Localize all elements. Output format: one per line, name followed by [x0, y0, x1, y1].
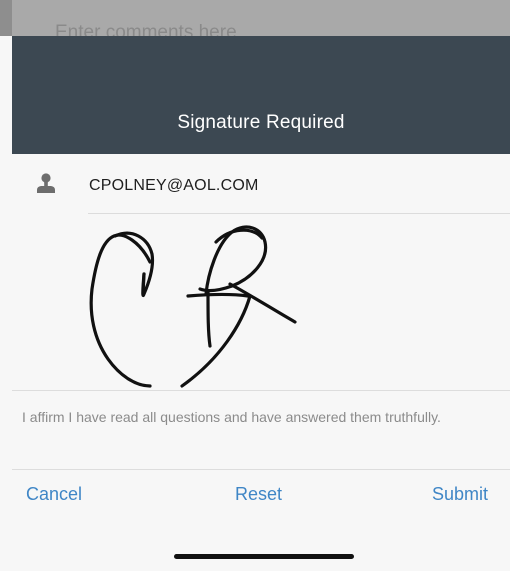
signature-pad[interactable]: [12, 214, 510, 391]
screen: Enter comments here Signature Required C…: [0, 0, 510, 571]
affirmation-text: I affirm I have read all questions and h…: [22, 409, 441, 425]
signature-stroke: [228, 282, 297, 324]
home-indicator: [174, 554, 354, 559]
email-row: CPOLNEY@AOL.COM: [12, 154, 510, 214]
modal-title: Signature Required: [177, 112, 345, 133]
submit-button[interactable]: Submit: [432, 484, 488, 505]
cancel-button[interactable]: Cancel: [26, 484, 82, 505]
background-strip: [0, 0, 12, 36]
signature-stroke: [206, 290, 212, 348]
signature-stroke: [186, 292, 250, 298]
signer-email: CPOLNEY@AOL.COM: [89, 177, 259, 194]
signature-divider: [12, 390, 510, 391]
signature-stroke: [89, 233, 152, 388]
user-icon: [37, 173, 55, 193]
signature-stroke: [141, 272, 146, 296]
comments-field-background: Enter comments here: [0, 0, 510, 36]
signature-modal-body: CPOLNEY@AOL.COM I affirm I have read all…: [12, 154, 510, 571]
actions-divider: [12, 469, 510, 470]
signature-modal-header: Signature Required: [12, 36, 510, 154]
signature-stroke: [180, 294, 252, 388]
comments-placeholder: Enter comments here: [55, 22, 237, 36]
reset-button[interactable]: Reset: [235, 484, 282, 505]
